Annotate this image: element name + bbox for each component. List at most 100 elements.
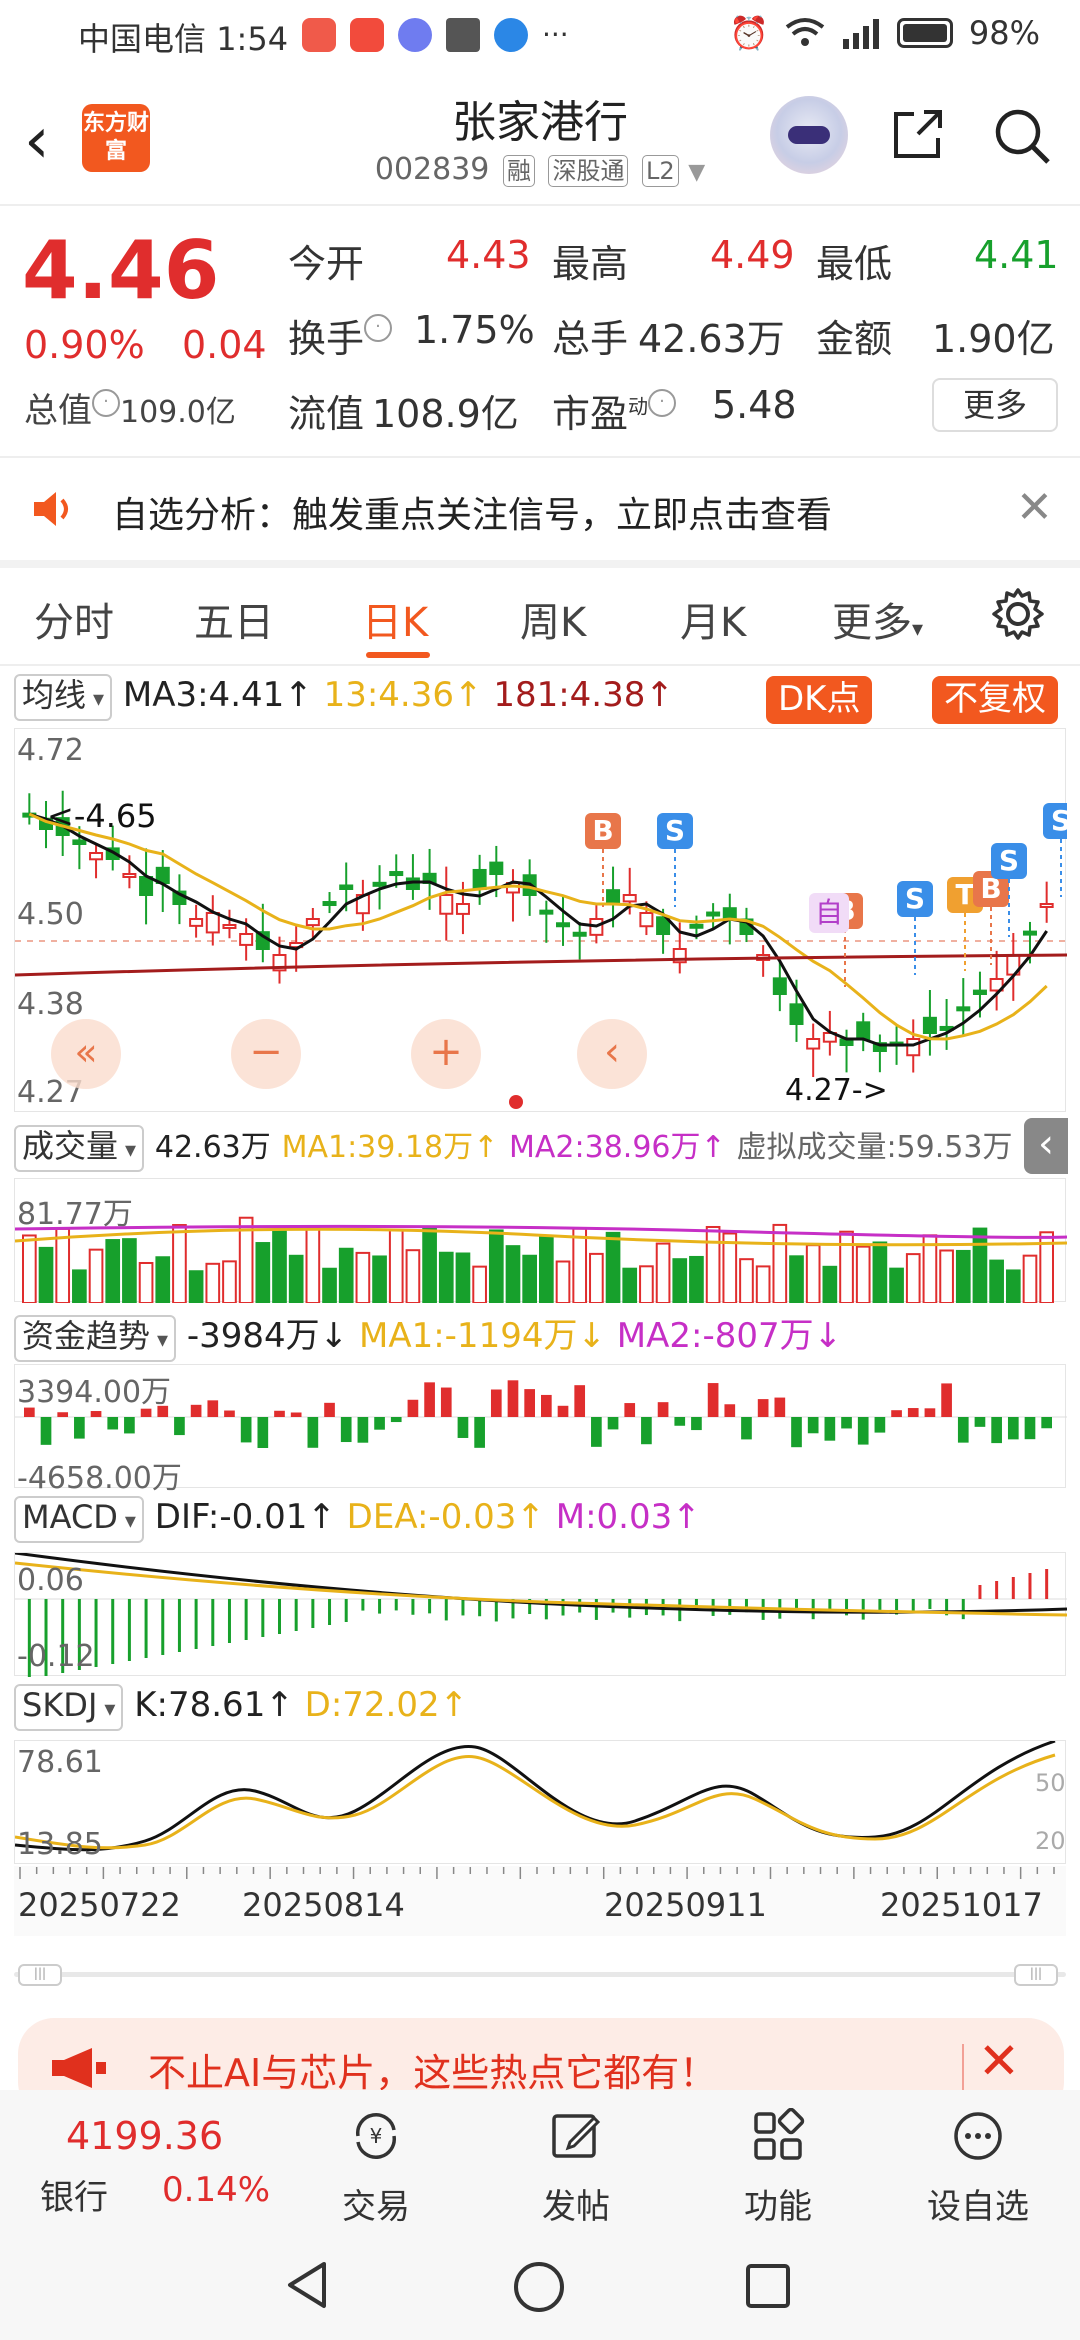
fund-chart[interactable]: 3394.00万 -4658.00万 — [14, 1364, 1067, 1496]
analysis-alert[interactable]: 自选分析：触发重点关注信号，立即点击查看 ✕ — [0, 462, 1080, 556]
divider — [0, 664, 1080, 666]
tab-intraday[interactable]: 分时 — [34, 590, 114, 648]
fund-bar — [90, 1411, 102, 1417]
volume-bar — [522, 1254, 537, 1304]
pe-dynamic-mark: 动 — [628, 394, 649, 419]
fund-bar — [1041, 1417, 1052, 1429]
macd-y-top: 0.06 — [17, 1563, 84, 1598]
grid-icon — [754, 2107, 805, 2160]
volume-bar — [88, 1248, 104, 1304]
page-dot — [509, 1095, 523, 1109]
info-icon[interactable]: · — [648, 389, 677, 417]
macd-chart[interactable]: 0.06 -0.12 — [14, 1551, 1068, 1679]
info-icon[interactable]: · — [364, 314, 393, 342]
date-label: 20250814 — [242, 1886, 405, 1924]
fund-y-bottom: -4658.00万 — [17, 1461, 182, 1496]
price-adjust-button[interactable]: 不复权 — [932, 676, 1058, 724]
date-label: 20251017 — [880, 1886, 1043, 1924]
more-quote-button[interactable]: 更多 — [932, 378, 1058, 432]
search-icon[interactable] — [990, 104, 1052, 166]
share-icon[interactable] — [888, 104, 948, 164]
tab-more[interactable]: 更多▾ — [832, 590, 923, 648]
ma13-line — [28, 812, 1048, 1041]
index-name[interactable]: 银行 — [40, 2170, 108, 2219]
nav-functions-label: 功能 — [744, 2187, 812, 2227]
zoom-out-icon[interactable]: − — [231, 1019, 301, 1089]
volume-bar — [839, 1230, 854, 1304]
scroll-left-fast-icon[interactable]: « — [51, 1019, 121, 1089]
divider — [0, 560, 1080, 568]
app-icon — [350, 18, 384, 52]
info-icon[interactable]: · — [92, 389, 120, 417]
nav-post[interactable]: 发帖 — [506, 2108, 646, 2228]
skdj-ref-20: 20 — [1035, 1827, 1066, 1855]
tag-connect: 深股通 — [548, 155, 629, 187]
fund-bar — [824, 1417, 836, 1441]
ma-selector[interactable]: 均线 — [14, 674, 113, 721]
nav-functions[interactable]: 功能 — [708, 2107, 848, 2228]
open-label: 今开 — [288, 242, 365, 286]
range-handle-right[interactable]: ||| — [1014, 1964, 1058, 1986]
volume-bar — [322, 1267, 337, 1305]
macd-selector[interactable]: MACD — [14, 1496, 144, 1543]
tab-weekly-k[interactable]: 周K — [520, 590, 586, 648]
high-value: 4.49 — [710, 233, 795, 277]
fund-selector[interactable]: 资金趋势 — [14, 1315, 177, 1362]
volume-selector[interactable]: 成交量 — [14, 1125, 145, 1172]
skdj-selector[interactable]: SKDJ — [14, 1684, 124, 1731]
close-icon[interactable]: ✕ — [1016, 482, 1053, 533]
kline-chart[interactable]: BSBSTBSS 4.72 4.50 4.38 4.27 <-4.65 4.27… — [14, 728, 1079, 1112]
volume-bar — [22, 1234, 37, 1305]
battery-icon — [896, 18, 953, 48]
zoom-in-icon[interactable]: + — [411, 1019, 481, 1089]
volume-bar — [372, 1255, 387, 1304]
skdj-d-line — [14, 1753, 1056, 1850]
skdj-chart[interactable]: 78.61 13.85 50 20 — [14, 1739, 1066, 1864]
fund-bar — [224, 1410, 235, 1417]
nav-add-watchlist[interactable]: 设自选 — [908, 2108, 1048, 2228]
back-triangle-icon[interactable] — [282, 2260, 332, 2310]
candle-body — [372, 881, 387, 887]
range-handle-left[interactable]: ||| — [18, 1964, 62, 1986]
nav-trade[interactable]: ¥ 交易 — [306, 2108, 446, 2228]
volume-chart[interactable]: 81.77万 — [14, 1178, 1068, 1305]
recents-square-icon[interactable] — [744, 2262, 792, 2310]
candle-body — [139, 876, 154, 896]
scroll-left-icon[interactable]: ‹ — [577, 1019, 647, 1089]
ma13-value: 13:4.36 — [323, 675, 454, 715]
tab-five-day[interactable]: 五日 — [194, 590, 274, 648]
volume-bar — [422, 1226, 437, 1305]
close-icon[interactable]: ✕ — [978, 2032, 1020, 2090]
index-value[interactable]: 4199.36 — [66, 2114, 223, 2158]
volume-bar — [539, 1235, 554, 1305]
fund-bar — [340, 1417, 352, 1443]
candle-body — [122, 873, 137, 878]
candle-body — [89, 852, 104, 861]
assistant-avatar[interactable] — [770, 96, 848, 174]
candle-body — [472, 868, 487, 891]
volume-legend: 成交量 42.63万 MA1:39.18万↑ MA2:38.96万↑ 虚拟成交量… — [14, 1122, 1012, 1172]
volume-bar — [455, 1252, 471, 1305]
fund-bar — [307, 1417, 319, 1448]
collapse-panel-icon[interactable]: ‹ — [1024, 1118, 1068, 1174]
gear-icon[interactable] — [990, 586, 1046, 642]
alert-text: 自选分析：触发重点关注信号，立即点击查看 — [112, 495, 833, 536]
battery-level: 98% — [968, 14, 1040, 52]
tab-daily-k[interactable]: 日K — [362, 590, 428, 648]
volume-bar — [755, 1265, 771, 1305]
volume-bar — [955, 1249, 971, 1304]
fund-bar — [440, 1387, 452, 1417]
fund-bar — [974, 1417, 986, 1427]
notification-icons: ··· — [302, 18, 569, 52]
fund-legend: 资金趋势 -3984万↓ MA1:-1194万↓ MA2:-807万↓ — [14, 1308, 842, 1362]
fund-bar — [557, 1405, 569, 1417]
y-label-mid: 4.50 — [17, 897, 84, 932]
volume-bar — [772, 1223, 788, 1305]
home-circle-icon[interactable] — [512, 2260, 566, 2314]
tab-monthly-k[interactable]: 月K — [680, 590, 746, 648]
fund-bar — [774, 1397, 786, 1417]
range-scrollbar[interactable]: ||| ||| — [14, 1964, 1066, 1986]
dk-point-button[interactable]: DK点 — [766, 676, 873, 724]
market-cap-value: 109.0亿 — [120, 395, 236, 430]
volume-bar — [639, 1265, 654, 1305]
